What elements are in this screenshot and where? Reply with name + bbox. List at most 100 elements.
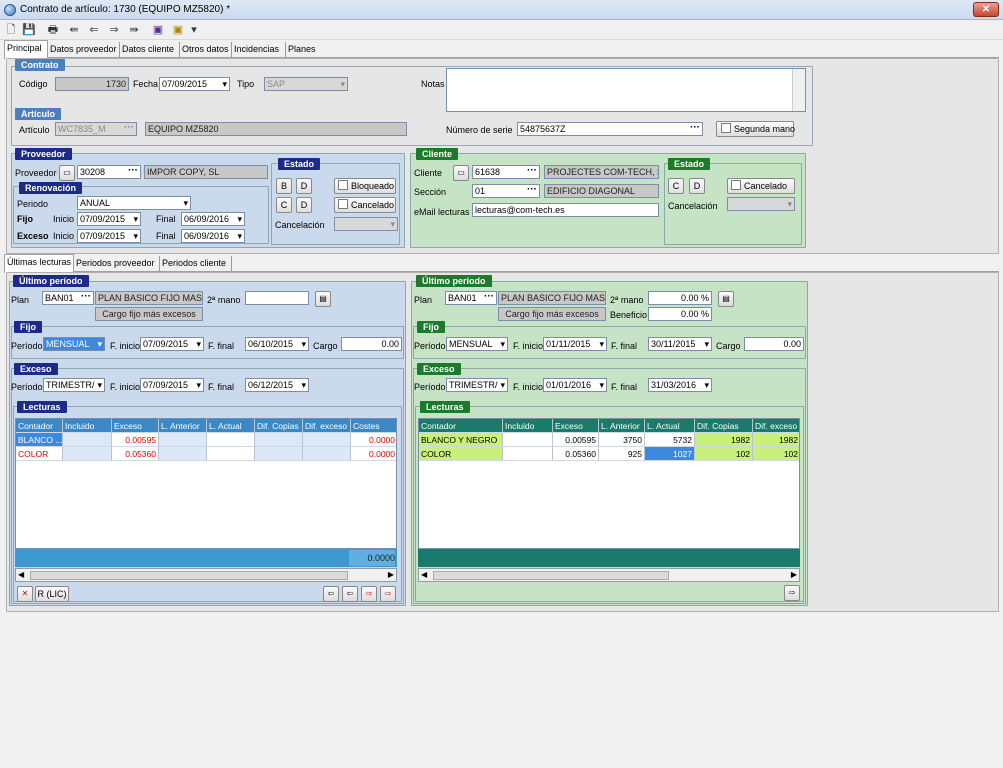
cliente-cancelar-button[interactable]: C: [668, 178, 684, 194]
tab-otros-datos[interactable]: Otros datos: [180, 42, 232, 58]
left-plan-field[interactable]: BAN01: [42, 291, 94, 305]
left-exceso-ffinal-field[interactable]: 06/12/2015: [245, 378, 309, 392]
table-cell[interactable]: 925: [599, 447, 645, 461]
cliente-descancelar-button[interactable]: D: [689, 178, 705, 194]
table-cell[interactable]: [159, 447, 207, 461]
column-header[interactable]: Dif. exceso: [753, 419, 799, 433]
tools-icon[interactable]: ▣: [170, 22, 186, 38]
cancelar-button[interactable]: C: [276, 197, 292, 213]
column-header[interactable]: L. Actual: [207, 419, 255, 433]
table-cell[interactable]: 3750: [599, 433, 645, 447]
right-beneficio-field[interactable]: 0.00 %: [648, 307, 712, 321]
action-icon-2[interactable]: ⇦: [342, 586, 358, 602]
segunda-mano-checkbox[interactable]: Segunda mano: [716, 121, 795, 137]
column-header[interactable]: Contador: [16, 419, 63, 433]
cliente-cancelacion-select[interactable]: [727, 197, 795, 211]
exceso-final-field[interactable]: 06/09/2016: [181, 229, 245, 243]
fijo-inicio-field[interactable]: 07/09/2015: [77, 212, 141, 226]
left-lecturas-grid[interactable]: Contador Incluido Exceso L. Anterior L. …: [15, 418, 397, 549]
tab-incidencias[interactable]: Incidencias: [232, 42, 286, 58]
notas-field[interactable]: [446, 68, 806, 112]
table-cell[interactable]: 102: [753, 447, 799, 461]
left-segunda-field[interactable]: [245, 291, 309, 305]
scroll-right-icon[interactable]: ▶: [388, 570, 394, 579]
table-cell[interactable]: [503, 447, 553, 461]
table-cell[interactable]: [255, 433, 303, 447]
table-cell[interactable]: 1982: [695, 433, 753, 447]
right-fijo-finicio-field[interactable]: 01/11/2015: [543, 337, 607, 351]
table-cell[interactable]: 102: [695, 447, 753, 461]
table-cell[interactable]: 5732: [645, 433, 695, 447]
table-cell[interactable]: BLANCO ...: [16, 433, 63, 447]
new-icon[interactable]: 🗋: [3, 22, 19, 38]
table-cell[interactable]: 0.0000: [351, 433, 396, 447]
articulo-field[interactable]: WC7835_M: [55, 122, 137, 136]
action-icon-1[interactable]: ⇦: [323, 586, 339, 602]
right-plan-field[interactable]: BAN01: [445, 291, 497, 305]
close-button[interactable]: ✕: [973, 2, 999, 17]
table-cell[interactable]: 0.05360: [553, 447, 599, 461]
bloquear-button[interactable]: B: [276, 178, 292, 194]
scroll-right-icon[interactable]: ▶: [791, 570, 797, 579]
right-fijo-periodo-select[interactable]: MENSUAL: [446, 337, 508, 351]
tab-ultimas-lecturas[interactable]: Últimas lecturas: [4, 254, 74, 273]
print-icon[interactable]: 🖶: [45, 22, 61, 38]
cancelado-checkbox[interactable]: Cancelado: [334, 197, 396, 213]
cancelacion-select[interactable]: [334, 217, 398, 231]
chevron-down-icon[interactable]: ▾: [186, 22, 202, 38]
tab-periodos-cliente[interactable]: Periodos cliente: [160, 256, 232, 272]
table-cell[interactable]: BLANCO Y NEGRO: [419, 433, 503, 447]
right-fijo-cargo-field[interactable]: 0.00: [744, 337, 804, 351]
column-header[interactable]: L. Actual: [645, 419, 695, 433]
proveedor-codigo-field[interactable]: 30208: [77, 165, 141, 179]
right-fijo-ffinal-field[interactable]: 30/11/2015: [648, 337, 712, 351]
right-lecturas-grid[interactable]: Contador Incluido Exceso L. Anterior L. …: [418, 418, 800, 549]
column-header[interactable]: L. Anterior: [159, 419, 207, 433]
tab-planes[interactable]: Planes: [286, 42, 320, 58]
table-cell[interactable]: 1982: [753, 433, 799, 447]
right-exceso-ffinal-field[interactable]: 31/03/2016: [648, 378, 712, 392]
cliente-codigo-field[interactable]: 61638: [472, 165, 540, 179]
right-exceso-finicio-field[interactable]: 01/01/2016: [543, 378, 607, 392]
scroll-thumb[interactable]: [433, 571, 669, 580]
last-record-icon[interactable]: ⇛: [126, 22, 142, 38]
table-cell[interactable]: 0.00595: [112, 433, 159, 447]
column-header[interactable]: Costes: [351, 419, 396, 433]
tab-principal[interactable]: Principal: [4, 40, 48, 59]
right-plan-doc-icon[interactable]: ▤: [718, 291, 734, 307]
table-cell[interactable]: [63, 433, 112, 447]
serie-field[interactable]: 54875637Z: [517, 122, 703, 136]
action-icon-3[interactable]: ⇨: [361, 586, 377, 602]
left-fijo-finicio-field[interactable]: 07/09/2015: [140, 337, 204, 351]
column-header[interactable]: Incluido: [503, 419, 553, 433]
left-exceso-finicio-field[interactable]: 07/09/2015: [140, 378, 204, 392]
descancelar-button[interactable]: D: [296, 197, 312, 213]
column-header[interactable]: L. Anterior: [599, 419, 645, 433]
table-cell[interactable]: 1027: [645, 447, 695, 461]
table-cell[interactable]: 0.05360: [112, 447, 159, 461]
column-header[interactable]: Exceso: [553, 419, 599, 433]
cliente-cancelado-checkbox[interactable]: Cancelado: [727, 178, 795, 194]
left-exceso-periodo-select[interactable]: TRIMESTR/: [43, 378, 105, 392]
desbloquear-button[interactable]: D: [296, 178, 312, 194]
delete-icon[interactable]: ✕: [17, 586, 33, 602]
notas-scrollbar[interactable]: [792, 69, 805, 111]
save-icon[interactable]: 💾: [21, 22, 37, 38]
next-record-icon[interactable]: ⇒: [106, 22, 122, 38]
table-cell[interactable]: 0.00595: [553, 433, 599, 447]
action-icon-4[interactable]: ⇨: [380, 586, 396, 602]
report-icon[interactable]: ▣: [150, 22, 166, 38]
tipo-select[interactable]: SAP: [264, 77, 348, 91]
cliente-card-icon[interactable]: ▭: [453, 165, 469, 181]
seccion-field[interactable]: 01: [472, 184, 540, 198]
scroll-thumb[interactable]: [30, 571, 348, 580]
right-action-icon[interactable]: ⇨: [784, 585, 800, 601]
rlic-button[interactable]: R (LIC): [35, 586, 69, 602]
table-cell[interactable]: 0.0000: [351, 447, 396, 461]
tab-datos-cliente[interactable]: Datos cliente: [120, 42, 180, 58]
column-header[interactable]: Dif. Copias: [255, 419, 303, 433]
table-cell[interactable]: COLOR: [16, 447, 63, 461]
left-fijo-cargo-field[interactable]: 0.00: [341, 337, 402, 351]
table-cell[interactable]: [503, 433, 553, 447]
prev-record-icon[interactable]: ⇐: [86, 22, 102, 38]
